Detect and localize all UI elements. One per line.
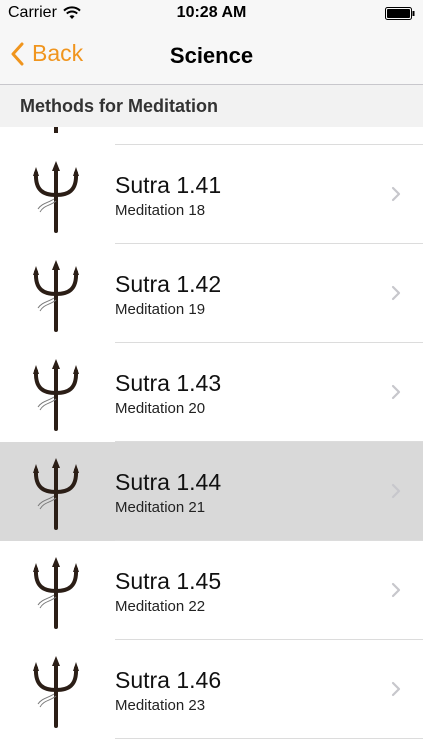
trident-icon	[33, 359, 79, 431]
list-item-subtitle: Meditation 21	[115, 499, 206, 516]
section-header-label: Methods for Meditation	[20, 96, 218, 116]
list-item[interactable]: Sutra 1.45 Meditation 22	[0, 541, 423, 640]
chevron-right-icon	[391, 483, 401, 499]
trident-icon	[33, 656, 79, 728]
page-title: Science	[169, 43, 254, 68]
list-item[interactable]: Sutra 1.41 Meditation 18	[0, 145, 423, 244]
status-bar: Carrier 10:28 AM	[0, 0, 423, 28]
list-item-title: Sutra 1.44	[115, 469, 222, 495]
chevron-right-icon	[391, 582, 401, 598]
list-item-title: Sutra 1.43	[115, 370, 222, 396]
list-item-subtitle: Meditation 19	[115, 301, 206, 318]
trident-icon	[33, 260, 79, 332]
list-item-title: Sutra 1.41	[115, 172, 222, 198]
list-item[interactable]: Sutra 1.44 Meditation 21	[0, 442, 423, 541]
trident-icon	[33, 458, 79, 530]
trident-icon	[54, 127, 58, 133]
list-item-title: Sutra 1.42	[115, 271, 222, 297]
list-item-title: Sutra 1.46	[115, 667, 222, 693]
list-item[interactable]: Sutra 1.46 Meditation 23	[0, 640, 423, 739]
list-item-title: Sutra 1.45	[115, 568, 222, 594]
chevron-right-icon	[391, 384, 401, 400]
section-header: Methods for Meditation	[0, 85, 423, 127]
trident-icon	[33, 161, 79, 233]
list-item[interactable]: Sutra 1.43 Meditation 20	[0, 343, 423, 442]
list-item-subtitle: Meditation 22	[115, 598, 206, 615]
row-separator	[115, 738, 423, 739]
status-time: 10:28 AM	[176, 4, 247, 21]
list-item-partial[interactable]	[0, 127, 423, 145]
battery-icon	[385, 7, 415, 20]
chevron-right-icon	[391, 681, 401, 697]
list-item-subtitle: Meditation 20	[115, 400, 206, 417]
list-item-subtitle: Meditation 23	[115, 697, 206, 714]
navigation-bar: Back Science	[0, 28, 423, 85]
chevron-right-icon	[391, 285, 401, 301]
list-item-subtitle: Meditation 18	[115, 202, 206, 219]
chevron-right-icon	[391, 186, 401, 202]
list-item[interactable]: Sutra 1.42 Meditation 19	[0, 244, 423, 343]
trident-icon	[33, 557, 79, 629]
